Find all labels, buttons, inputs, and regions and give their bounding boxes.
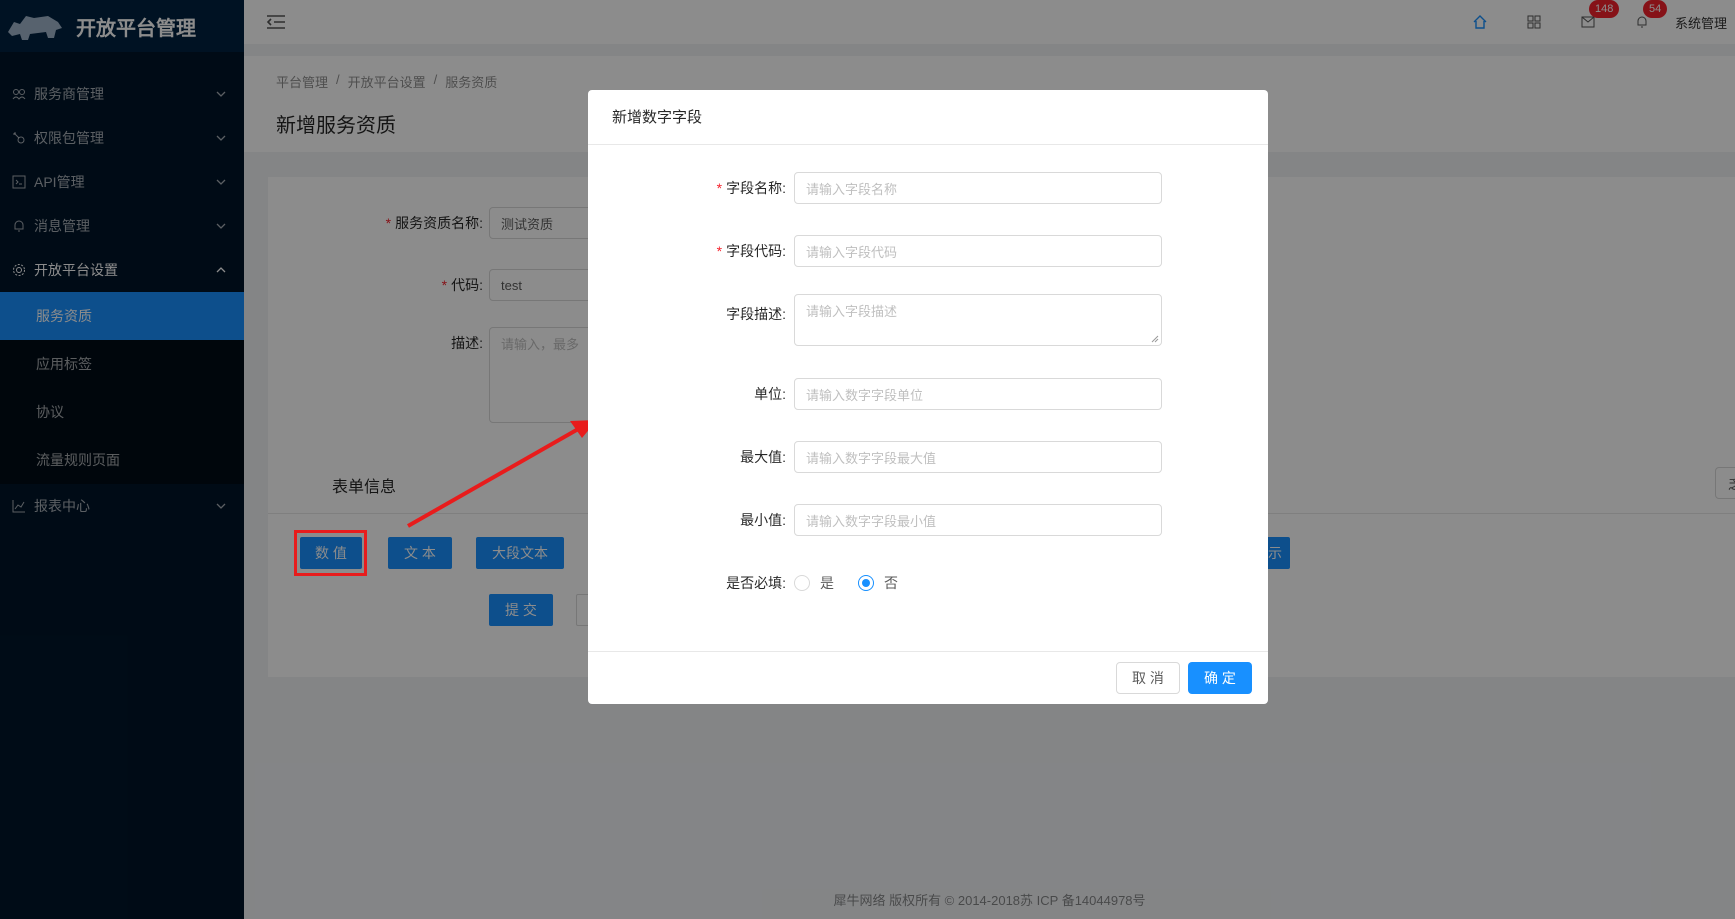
annotation-highlight-box — [294, 530, 367, 576]
field-unit-input[interactable]: 请输入数字字段单位 — [794, 378, 1162, 410]
radio-no[interactable] — [858, 575, 874, 591]
modal-title: 新增数字字段 — [588, 90, 1268, 145]
field-code-label: * 字段代码: — [588, 235, 794, 267]
required-mark: * — [716, 243, 723, 259]
modal-row-required: 是否必填: 是 否 — [588, 567, 1268, 599]
add-number-field-modal: 新增数字字段 * 字段名称: 请输入字段名称 * 字段代码: 请输入字段代码 字段描… — [588, 90, 1268, 704]
required-mark: * — [716, 180, 723, 196]
modal-footer: 取 消 确 定 — [588, 651, 1268, 704]
field-name-input[interactable]: 请输入字段名称 — [794, 172, 1162, 204]
confirm-button[interactable]: 确 定 — [1188, 662, 1252, 694]
modal-row-max: 最大值: 请输入数字字段最大值 — [588, 441, 1268, 473]
modal-row-desc: 字段描述: 请输入字段描述 — [588, 294, 1268, 346]
field-unit-label: 单位: — [754, 386, 786, 402]
modal-row-name: * 字段名称: 请输入字段名称 — [588, 172, 1268, 204]
radio-no-label[interactable]: 否 — [884, 573, 898, 593]
field-name-label: * 字段名称: — [588, 172, 794, 204]
field-desc-textarea[interactable]: 请输入字段描述 — [794, 294, 1162, 346]
radio-yes[interactable] — [794, 575, 810, 591]
field-desc-placeholder: 请输入字段描述 — [806, 304, 898, 319]
radio-yes-label[interactable]: 是 — [820, 573, 834, 593]
field-min-label: 最小值: — [740, 512, 786, 528]
field-code-label-text: 字段代码: — [726, 243, 786, 259]
resize-grip-icon[interactable] — [1151, 335, 1159, 343]
modal-row-code: * 字段代码: 请输入字段代码 — [588, 235, 1268, 267]
field-desc-label: 字段描述: — [726, 306, 786, 322]
modal-row-unit: 单位: 请输入数字字段单位 — [588, 378, 1268, 410]
field-min-input[interactable]: 请输入数字字段最小值 — [794, 504, 1162, 536]
field-max-label: 最大值: — [740, 449, 786, 465]
modal-row-min: 最小值: 请输入数字字段最小值 — [588, 504, 1268, 536]
field-required-label: 是否必填: — [726, 575, 786, 591]
field-code-input[interactable]: 请输入字段代码 — [794, 235, 1162, 267]
field-max-input[interactable]: 请输入数字字段最大值 — [794, 441, 1162, 473]
required-radio-group: 是 否 — [794, 567, 916, 599]
cancel-button[interactable]: 取 消 — [1116, 662, 1180, 694]
field-name-label-text: 字段名称: — [726, 180, 786, 196]
